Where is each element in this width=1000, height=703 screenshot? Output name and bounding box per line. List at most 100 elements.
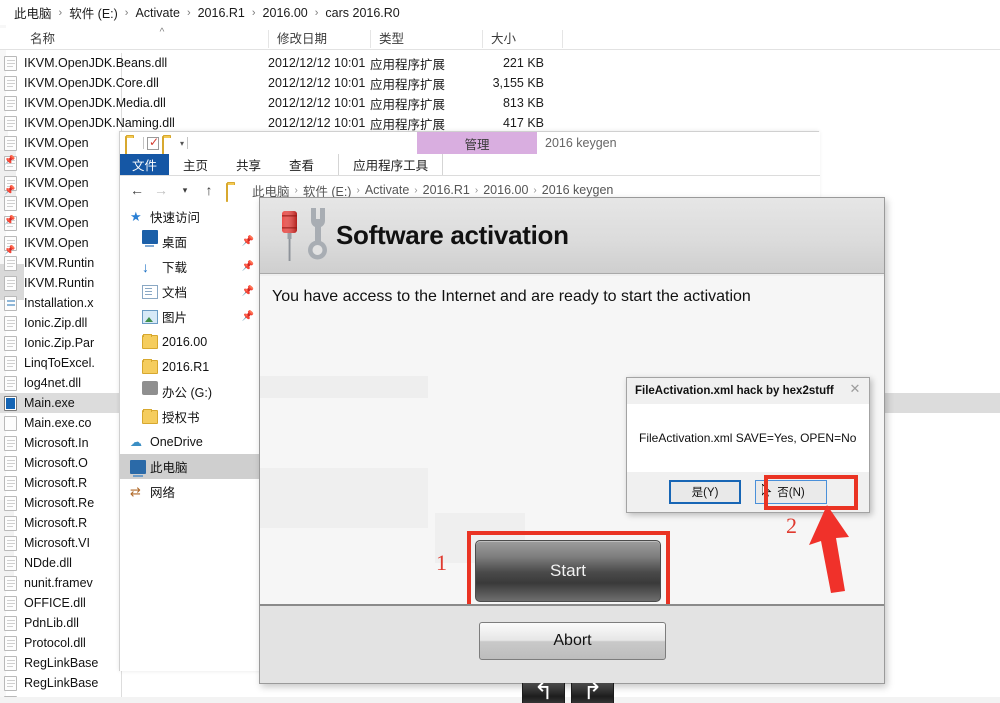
file-name: IKVM.Open bbox=[24, 156, 89, 170]
table-row[interactable]: IKVM.OpenJDK.Beans.dll 2012/12/12 10:01 应用… bbox=[0, 53, 1000, 73]
toolbar-divider bbox=[187, 137, 189, 149]
toolbar-divider bbox=[143, 137, 144, 149]
back-button[interactable]: ← bbox=[126, 179, 148, 201]
xml-file-icon bbox=[4, 296, 17, 311]
dll-file-icon bbox=[4, 676, 17, 691]
nav-item-label: 文档 bbox=[162, 286, 188, 300]
nav-item-2[interactable]: 桌面 📌 bbox=[120, 229, 263, 254]
chevron-down-icon[interactable]: ▾ bbox=[180, 139, 184, 148]
dll-file-icon bbox=[4, 196, 17, 211]
dll-file-icon bbox=[4, 256, 17, 271]
file-name: Microsoft.O bbox=[24, 456, 88, 470]
address-breadcrumb-item[interactable]: 2016.R1 bbox=[418, 183, 475, 197]
table-row[interactable]: IKVM.OpenJDK.Media.dll 2012/12/12 10:01 应用… bbox=[0, 93, 1000, 113]
checkbox-icon[interactable] bbox=[147, 135, 159, 150]
nav-item-12[interactable]: ⇄ 网络 bbox=[120, 479, 263, 504]
ribbon-tab-1[interactable]: 文件 bbox=[120, 154, 170, 175]
pin-icon[interactable]: 📌 bbox=[242, 236, 254, 247]
ribbon-tab-2[interactable]: 主页 bbox=[169, 154, 222, 175]
abort-button[interactable]: Abort bbox=[479, 622, 666, 660]
file-name: Ionic.Zip.Par bbox=[24, 336, 95, 350]
breadcrumb-item[interactable]: 2016.R1 bbox=[192, 4, 251, 22]
nav-item-11[interactable]: 此电脑 bbox=[120, 454, 263, 479]
yes-button[interactable]: 是(Y) bbox=[669, 480, 741, 504]
dll-file-icon bbox=[4, 596, 17, 611]
ribbon-tab-5[interactable]: 应用程序工具 bbox=[338, 154, 444, 175]
file-name: nunit.framev bbox=[24, 576, 93, 590]
dialog-footer: Abort bbox=[260, 604, 884, 683]
ribbon-tab-3[interactable]: 共享 bbox=[222, 154, 275, 175]
file-type: 应用程序扩展 bbox=[370, 97, 446, 112]
screenshot-root: 此电脑 › 软件 (E:) › Activate › 2016.R1 › 2016.00 › car… bbox=[0, 0, 1000, 703]
file-modified-date: 2012/12/12 10:01 bbox=[268, 76, 366, 90]
address-breadcrumb-item[interactable]: 2016.00 bbox=[478, 183, 533, 197]
nav-item-label: 网络 bbox=[150, 486, 176, 500]
message-box-title: FileActivation.xml hack by hex2stuff bbox=[635, 385, 834, 397]
nav-item-8[interactable]: 办公 (G:) bbox=[120, 379, 263, 404]
nav-item-1[interactable]: ★ 快速访问 bbox=[120, 204, 263, 229]
nav-item-9[interactable]: 授权书 bbox=[120, 404, 263, 429]
forward-button[interactable]: → bbox=[150, 179, 172, 201]
folder-icon[interactable] bbox=[125, 135, 140, 155]
file-name: Microsoft.Re bbox=[24, 496, 95, 510]
breadcrumb-item[interactable]: 软件 (E:) bbox=[63, 1, 124, 24]
file-name: PdnLib.dll bbox=[24, 616, 79, 630]
folder-icon bbox=[142, 358, 158, 374]
contextual-tab-management[interactable]: 管理 bbox=[417, 132, 537, 154]
file-modified-date: 2012/12/12 10:01 bbox=[268, 56, 366, 70]
file-name: IKVM.Runtin bbox=[24, 276, 95, 290]
address-breadcrumb-item[interactable]: Activate bbox=[360, 183, 414, 197]
drive-icon bbox=[142, 381, 158, 395]
window-title: 2016 keygen bbox=[545, 136, 617, 150]
column-header-type[interactable]: 类型 bbox=[370, 30, 450, 48]
breadcrumb-item[interactable]: 此电脑 bbox=[8, 1, 58, 24]
dll-file-icon bbox=[4, 576, 17, 591]
file-name: IKVM.Runtin bbox=[24, 256, 95, 270]
star-icon: ★ bbox=[130, 208, 142, 224]
dll-file-icon bbox=[4, 536, 17, 551]
ribbon-tab-4[interactable]: 查看 bbox=[275, 154, 328, 175]
folder-icon bbox=[142, 333, 158, 349]
file-name: NDde.dll bbox=[24, 556, 72, 570]
file-size: 417 KB bbox=[502, 116, 544, 130]
dll-file-icon bbox=[4, 656, 17, 671]
file-name: Microsoft.In bbox=[24, 436, 89, 450]
column-header-size[interactable]: 大小 bbox=[482, 30, 562, 48]
network-icon: ⇄ bbox=[130, 483, 141, 499]
pin-icon[interactable]: 📌 bbox=[242, 286, 254, 297]
address-breadcrumb-item[interactable]: 2016 keygen bbox=[537, 183, 619, 197]
file-name: IKVM.Open bbox=[24, 216, 89, 230]
dll-file-icon bbox=[4, 436, 17, 451]
breadcrumb-item[interactable]: Activate bbox=[129, 4, 185, 22]
column-header-name[interactable]: 名称 bbox=[22, 30, 262, 48]
annotation-arrow-icon bbox=[805, 505, 865, 593]
dll-file-icon bbox=[4, 636, 17, 651]
status-message: You have access to the Internet and are … bbox=[260, 276, 884, 318]
pin-icon[interactable]: 📌 bbox=[242, 261, 254, 272]
breadcrumb-item[interactable]: 2016.00 bbox=[257, 4, 314, 22]
nav-item-10[interactable]: ☁ OneDrive bbox=[120, 429, 263, 454]
close-icon[interactable]: ✕ bbox=[847, 381, 863, 397]
nav-item-3[interactable]: ↓ 下载 📌 bbox=[120, 254, 263, 279]
file-name: Ionic.Zip.dll bbox=[24, 316, 88, 330]
nav-item-6[interactable]: 2016.00 bbox=[120, 329, 263, 354]
dll-file-icon bbox=[4, 336, 17, 351]
dll-file-icon bbox=[4, 516, 17, 531]
table-row[interactable]: IKVM.OpenJDK.Naming.dll 2012/12/12 10:01 应… bbox=[0, 113, 1000, 133]
pin-icon[interactable]: 📌 bbox=[242, 311, 254, 322]
folder-icon[interactable] bbox=[162, 135, 177, 155]
nav-item-label: 2016.00 bbox=[162, 334, 208, 349]
column-header-date[interactable]: 修改日期 bbox=[268, 30, 346, 48]
file-type: 应用程序扩展 bbox=[370, 117, 446, 132]
breadcrumb-item[interactable]: cars 2016.R0 bbox=[319, 4, 405, 22]
breadcrumb[interactable]: 此电脑 › 软件 (E:) › Activate › 2016.R1 › 2016.00 › car… bbox=[0, 0, 1000, 25]
nav-item-label: 下载 bbox=[162, 261, 188, 275]
file-size: 221 KB bbox=[502, 56, 544, 70]
nav-item-7[interactable]: 2016.R1 bbox=[120, 354, 263, 379]
up-button[interactable]: ↑ bbox=[198, 179, 220, 201]
recent-locations-icon[interactable]: ▾ bbox=[174, 179, 196, 201]
nav-item-4[interactable]: 文档 📌 bbox=[120, 279, 263, 304]
table-row[interactable]: IKVM.OpenJDK.Core.dll 2012/12/12 10:01 应用程… bbox=[0, 73, 1000, 93]
nav-item-5[interactable]: 图片 📌 bbox=[120, 304, 263, 329]
dll-file-icon bbox=[4, 376, 17, 391]
